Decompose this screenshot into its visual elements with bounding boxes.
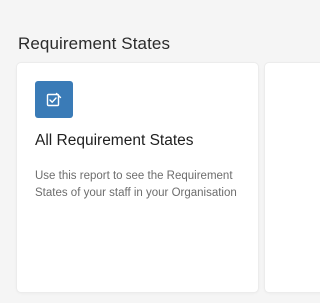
report-icon-tile bbox=[35, 81, 73, 118]
reports-page: Requirement States All Requirement State… bbox=[0, 0, 320, 303]
section-title: Requirement States bbox=[18, 34, 171, 53]
card-description: Use this report to see the Requirement S… bbox=[35, 170, 237, 199]
edit-checklist-icon bbox=[46, 92, 62, 106]
card-title: All Requirement States bbox=[35, 132, 194, 149]
report-card-all-requirement-states[interactable]: All Requirement States Use this report t… bbox=[17, 63, 258, 292]
report-card-next[interactable] bbox=[265, 63, 320, 292]
